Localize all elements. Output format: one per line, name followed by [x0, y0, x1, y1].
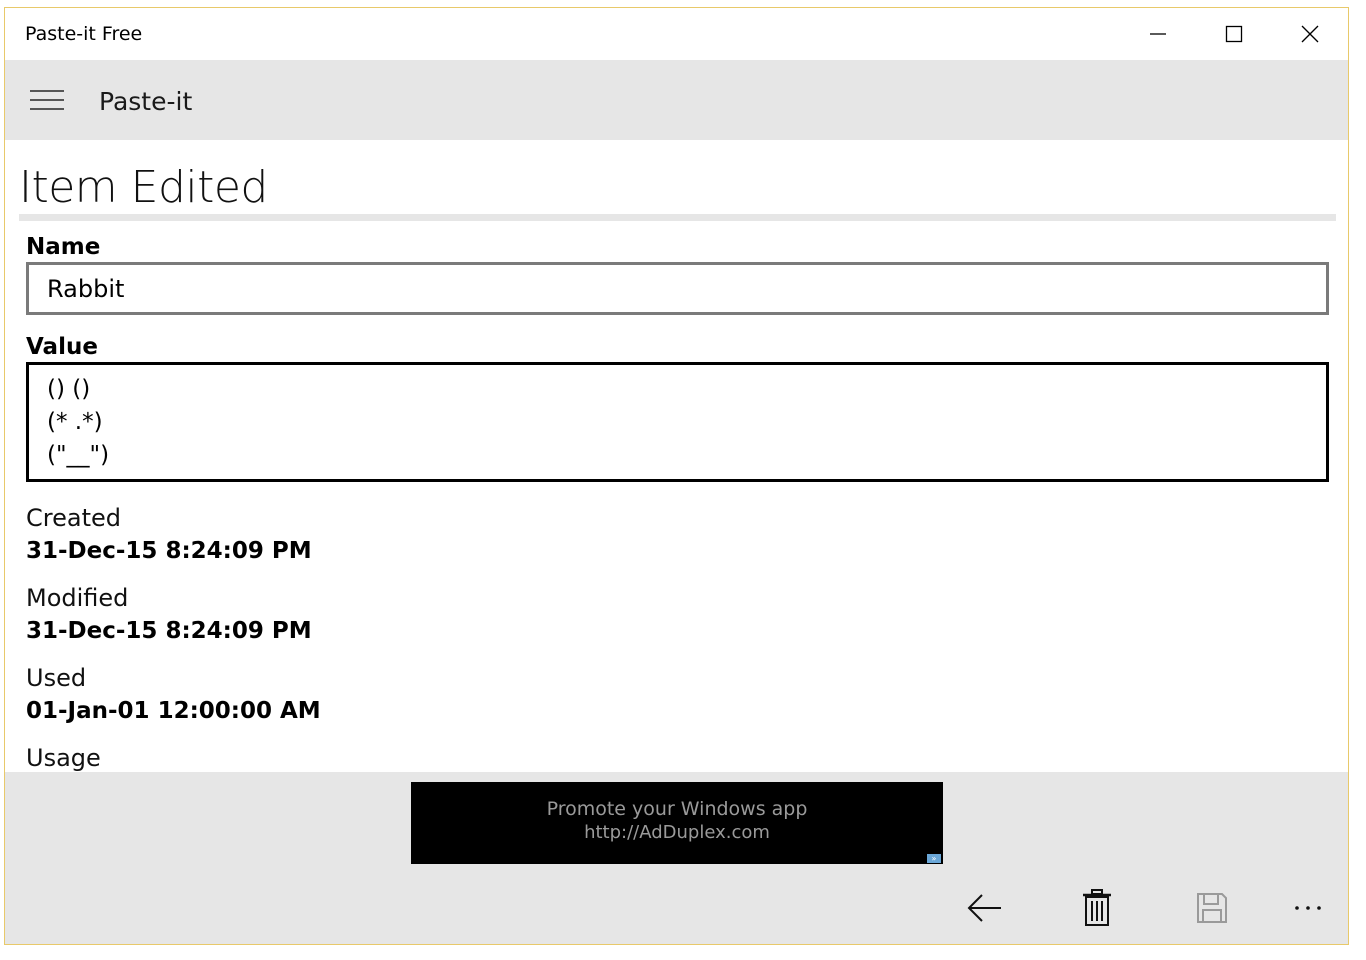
- used-label: Used: [26, 664, 87, 692]
- created-value: 31-Dec-15 8:24:09 PM: [26, 538, 312, 564]
- app-header: Paste-it: [5, 60, 1348, 140]
- header-title: Paste-it: [99, 87, 193, 116]
- more-icon: [1295, 906, 1321, 910]
- ad-line-2: http://AdDuplex.com: [584, 822, 770, 843]
- minimize-icon: [1150, 33, 1166, 35]
- value-textarea[interactable]: () () (* .*) ("__"): [26, 362, 1329, 482]
- minimize-button[interactable]: [1120, 8, 1196, 60]
- value-label: Value: [26, 334, 98, 360]
- back-arrow-icon: [967, 894, 1001, 922]
- ad-banner[interactable]: Promote your Windows app http://AdDuplex…: [411, 782, 943, 864]
- window-title: Paste-it Free: [25, 23, 143, 45]
- close-icon: [1301, 25, 1319, 43]
- bottom-app-bar: Promote your Windows app http://AdDuplex…: [5, 772, 1348, 944]
- item-content[interactable]: Item Edited Name Value () () (* .*) ("__…: [5, 140, 1348, 772]
- delete-button[interactable]: [1067, 884, 1127, 932]
- close-button[interactable]: [1272, 8, 1348, 60]
- hamburger-menu-button[interactable]: [27, 86, 67, 114]
- page-title: Item Edited: [19, 162, 268, 213]
- modified-value: 31-Dec-15 8:24:09 PM: [26, 618, 312, 644]
- save-button[interactable]: [1182, 884, 1242, 932]
- usage-label: Usage: [26, 744, 101, 772]
- name-label: Name: [26, 234, 101, 260]
- hamburger-icon: [30, 90, 64, 110]
- title-divider: [19, 214, 1336, 221]
- more-button[interactable]: [1278, 884, 1338, 932]
- ad-badge-icon: »: [927, 854, 941, 863]
- ad-line-1: Promote your Windows app: [546, 798, 808, 820]
- title-bar: Paste-it Free: [5, 8, 1348, 60]
- maximize-button[interactable]: [1196, 8, 1272, 60]
- back-button[interactable]: [955, 884, 1015, 932]
- modified-label: Modified: [26, 584, 129, 612]
- save-icon: [1197, 893, 1227, 923]
- name-input[interactable]: [26, 262, 1329, 315]
- maximize-icon: [1225, 25, 1243, 43]
- trash-icon: [1083, 889, 1111, 926]
- used-value: 01-Jan-01 12:00:00 AM: [26, 698, 321, 724]
- created-label: Created: [26, 504, 121, 532]
- app-window: Paste-it Free Paste-it Item Edited Name …: [4, 7, 1349, 945]
